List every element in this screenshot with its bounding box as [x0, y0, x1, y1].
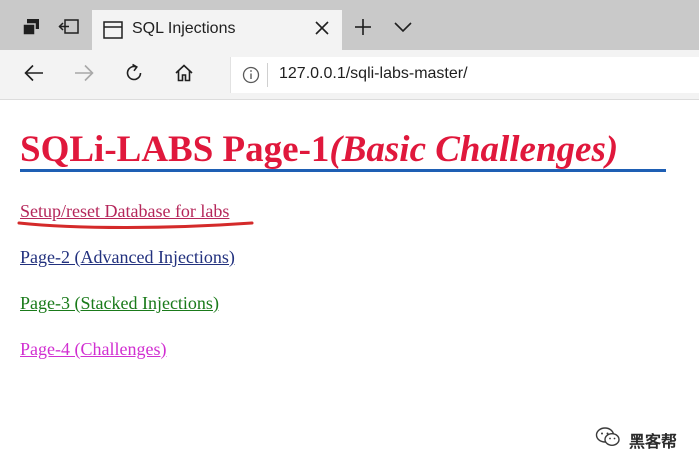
page-title-italic: (Basic Challenges) — [329, 129, 619, 170]
forward-arrow-icon — [74, 64, 94, 87]
title-underline — [20, 169, 666, 172]
page-4-link[interactable]: Page-4 (Challenges) — [20, 339, 166, 360]
forward-button[interactable] — [68, 59, 100, 91]
watermark-text: 黑客帮 — [628, 431, 677, 451]
close-icon — [315, 20, 329, 40]
tab-close-button[interactable] — [310, 18, 334, 42]
back-button[interactable] — [18, 59, 50, 91]
active-tab[interactable]: SQL Injections — [92, 10, 342, 50]
back-arrow-icon — [24, 64, 44, 87]
page-content: SQLi-LABS Page-1(Basic Challenges) Setup… — [0, 100, 699, 467]
set-aside-tabs-icon — [58, 18, 80, 36]
page-icon — [102, 19, 124, 41]
new-tab-button[interactable] — [348, 14, 378, 44]
tab-sets-button[interactable] — [14, 10, 48, 44]
home-button[interactable] — [168, 59, 200, 91]
address-bar[interactable]: 127.0.0.1/sqli-labs-master/ — [230, 57, 699, 93]
refresh-icon — [124, 63, 144, 88]
chevron-down-icon — [394, 20, 412, 38]
navigation-bar: 127.0.0.1/sqli-labs-master/ — [0, 50, 699, 100]
info-icon[interactable] — [241, 65, 261, 85]
page-2-link[interactable]: Page-2 (Advanced Injections) — [20, 247, 235, 268]
refresh-button[interactable] — [118, 59, 150, 91]
wechat-icon — [595, 426, 621, 453]
set-aside-tabs-button[interactable] — [52, 10, 86, 44]
red-annotation-underline — [17, 221, 254, 229]
home-icon — [174, 63, 194, 88]
page-title-main: SQLi-LABS Page-1 — [20, 129, 330, 170]
tab-list-button[interactable] — [388, 14, 418, 44]
tab-title: SQL Injections — [132, 20, 236, 37]
page-3-link[interactable]: Page-3 (Stacked Injections) — [20, 293, 219, 314]
plus-icon — [354, 18, 372, 41]
page-title: SQLi-LABS Page-1(Basic Challenges) — [20, 128, 618, 172]
watermark: 黑客帮 — [595, 426, 677, 453]
address-separator — [267, 63, 268, 87]
tab-sets-icon — [21, 17, 41, 37]
address-url[interactable]: 127.0.0.1/sqli-labs-master/ — [279, 65, 468, 83]
browser-window: SQL Injections 127.0.0.1/sqli-labs-maste… — [0, 0, 699, 467]
tab-strip: SQL Injections — [0, 0, 699, 50]
